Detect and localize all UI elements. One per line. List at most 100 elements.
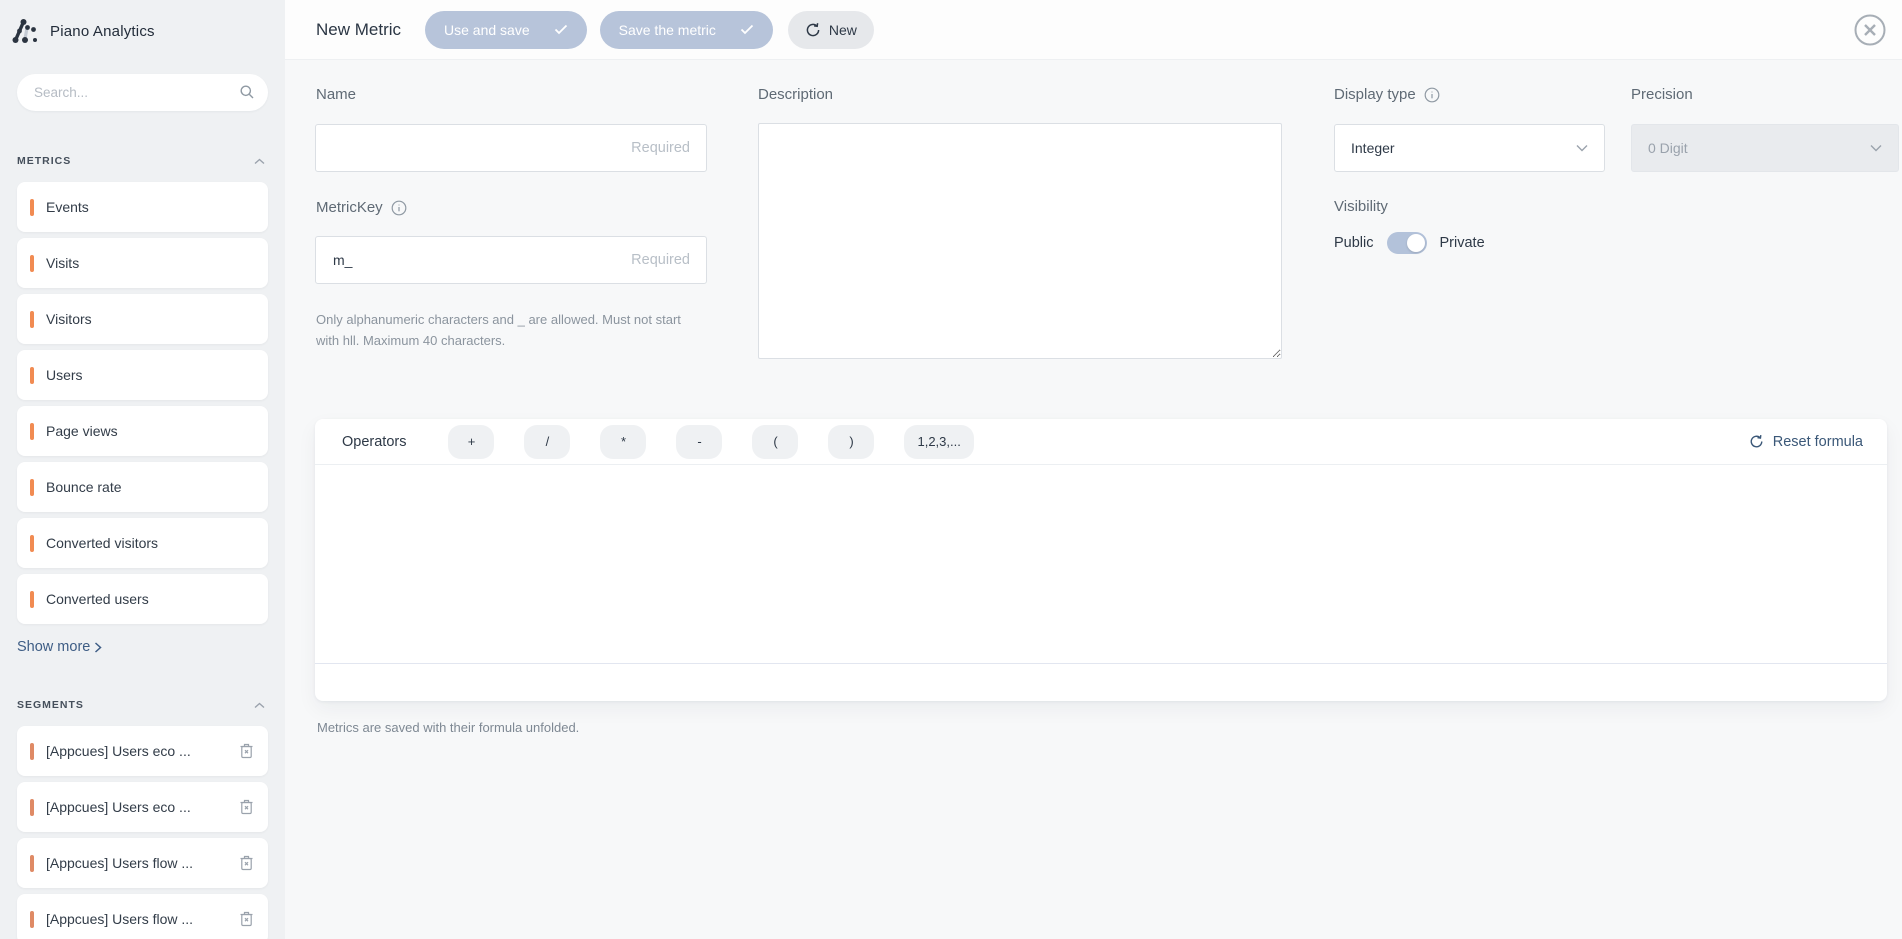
sidebar-item-bounce-rate[interactable]: Bounce rate: [17, 462, 268, 512]
brand: Piano Analytics: [0, 0, 285, 48]
display-type-label-text: Display type: [1334, 86, 1416, 103]
segment-accent-bar: [30, 855, 34, 872]
sidebar-item-visits[interactable]: Visits: [17, 238, 268, 288]
delete-segment-button[interactable]: [236, 908, 257, 930]
metrickey-field-wrap: Required: [315, 236, 707, 284]
name-label: Name: [316, 86, 356, 103]
sidebar-item-events[interactable]: Events: [17, 182, 268, 232]
reset-formula-button[interactable]: Reset formula: [1749, 434, 1863, 450]
search-input[interactable]: [17, 74, 268, 111]
chevron-down-icon: [1576, 144, 1588, 152]
show-more-link[interactable]: Show more: [17, 639, 102, 655]
formula-editor[interactable]: [315, 465, 1887, 663]
precision-value: 0 Digit: [1648, 140, 1688, 156]
sidebar-item-label: Bounce rate: [46, 479, 122, 495]
name-label-text: Name: [316, 86, 356, 103]
close-icon[interactable]: [1853, 13, 1887, 47]
segment-item-label: [Appcues] Users eco ...: [46, 743, 191, 759]
formula-panel: Operators + / * - ( ) 1,2,3,... Re: [315, 419, 1887, 701]
description-label-text: Description: [758, 86, 833, 103]
main-area: New Metric Use and save Save the metric: [285, 0, 1902, 939]
check-icon: [740, 24, 754, 35]
metric-accent-bar: [30, 367, 34, 384]
topbar: New Metric Use and save Save the metric: [285, 0, 1902, 60]
precision-label-text: Precision: [1631, 86, 1693, 103]
segments-collapse-icon[interactable]: [254, 702, 265, 709]
sidebar-item-label: Events: [46, 199, 89, 215]
operators-label: Operators: [342, 434, 406, 450]
metrickey-label: MetricKey: [316, 199, 407, 216]
show-more-label: Show more: [17, 639, 90, 655]
metrickey-label-text: MetricKey: [316, 199, 383, 216]
display-type-select[interactable]: Integer: [1334, 124, 1605, 172]
check-icon: [554, 24, 568, 35]
sidebar-search: [17, 74, 268, 111]
segments-section-title: SEGMENTS: [17, 699, 84, 711]
sidebar-segment-item[interactable]: [Appcues] Users eco ...: [17, 726, 268, 776]
chevron-down-icon: [1870, 144, 1882, 152]
visibility-label: Visibility: [1334, 198, 1388, 215]
delete-segment-button[interactable]: [236, 852, 257, 874]
sidebar-item-label: Visits: [46, 255, 79, 271]
description-label: Description: [758, 86, 833, 103]
sidebar-item-visitors[interactable]: Visitors: [17, 294, 268, 344]
sidebar-segment-item[interactable]: [Appcues] Users flow ...: [17, 894, 268, 939]
sidebar-item-label: Users: [46, 367, 83, 383]
piano-analytics-logo-icon: [11, 17, 39, 47]
name-input[interactable]: [315, 124, 707, 172]
metric-accent-bar: [30, 255, 34, 272]
segment-accent-bar: [30, 799, 34, 816]
metric-accent-bar: [30, 535, 34, 552]
sidebar: Piano Analytics METRICS Events Visits: [0, 0, 285, 939]
segment-item-label: [Appcues] Users flow ...: [46, 855, 193, 871]
reset-formula-label: Reset formula: [1773, 434, 1863, 450]
use-and-save-label: Use and save: [444, 22, 530, 38]
toggle-knob: [1407, 234, 1425, 252]
segments-section-header: SEGMENTS: [17, 699, 265, 711]
use-and-save-button[interactable]: Use and save: [425, 11, 587, 49]
brand-title: Piano Analytics: [50, 23, 155, 40]
operator-divide-button[interactable]: /: [524, 425, 570, 459]
operator-multiply-button[interactable]: *: [600, 425, 646, 459]
refresh-icon: [1749, 434, 1764, 449]
new-metric-button[interactable]: New: [788, 11, 874, 49]
sidebar-item-label: Page views: [46, 423, 118, 439]
save-the-metric-button[interactable]: Save the metric: [600, 11, 773, 49]
segment-accent-bar: [30, 743, 34, 760]
segment-item-label: [Appcues] Users flow ...: [46, 911, 193, 927]
name-field-wrap: Required: [315, 124, 707, 172]
info-icon[interactable]: [1424, 87, 1440, 103]
precision-select: 0 Digit: [1631, 124, 1899, 172]
visibility-toggle[interactable]: [1387, 232, 1427, 254]
sidebar-segment-item[interactable]: [Appcues] Users eco ...: [17, 782, 268, 832]
visibility-label-text: Visibility: [1334, 198, 1388, 215]
description-textarea[interactable]: [758, 123, 1282, 359]
refresh-icon: [805, 22, 821, 38]
page-title: New Metric: [316, 20, 401, 40]
sidebar-item-converted-users[interactable]: Converted users: [17, 574, 268, 624]
metric-accent-bar: [30, 423, 34, 440]
operator-close-paren-button[interactable]: ): [828, 425, 874, 459]
sidebar-item-label: Converted users: [46, 591, 149, 607]
metrickey-help-text: Only alphanumeric characters and _ are a…: [316, 309, 706, 351]
sidebar-item-users[interactable]: Users: [17, 350, 268, 400]
app-root: Piano Analytics METRICS Events Visits: [0, 0, 1902, 939]
segment-accent-bar: [30, 911, 34, 928]
operator-number-button[interactable]: 1,2,3,...: [904, 425, 973, 459]
search-icon: [239, 84, 255, 100]
delete-segment-button[interactable]: [236, 740, 257, 762]
metrics-collapse-icon[interactable]: [254, 158, 265, 165]
metrickey-input[interactable]: [315, 236, 707, 284]
operator-plus-button[interactable]: +: [448, 425, 494, 459]
sidebar-item-page-views[interactable]: Page views: [17, 406, 268, 456]
metric-form: Name Required MetricKey Required Only al…: [285, 60, 1902, 939]
sidebar-item-converted-visitors[interactable]: Converted visitors: [17, 518, 268, 568]
operator-open-paren-button[interactable]: (: [752, 425, 798, 459]
visibility-public-label: Public: [1334, 235, 1374, 251]
info-icon[interactable]: [391, 200, 407, 216]
visibility-control: Public Private: [1334, 232, 1485, 254]
metric-accent-bar: [30, 591, 34, 608]
delete-segment-button[interactable]: [236, 796, 257, 818]
sidebar-segment-item[interactable]: [Appcues] Users flow ...: [17, 838, 268, 888]
operator-minus-button[interactable]: -: [676, 425, 722, 459]
